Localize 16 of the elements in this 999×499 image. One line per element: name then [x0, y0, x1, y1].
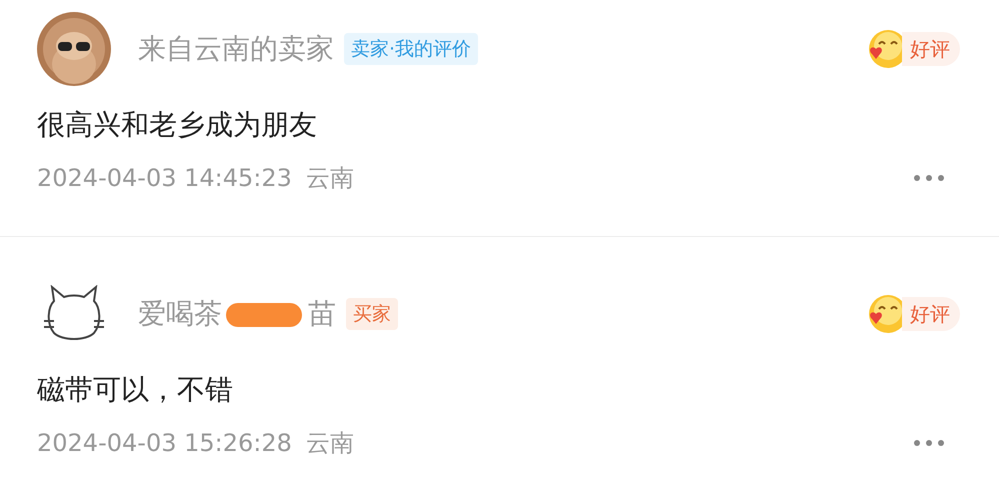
- more-icon[interactable]: [914, 175, 944, 181]
- more-icon[interactable]: [914, 440, 944, 446]
- role-tag: 卖家·我的评价: [344, 32, 478, 66]
- location: 云南: [306, 163, 354, 194]
- comment-text: 很高兴和老乡成为朋友: [37, 107, 318, 143]
- timestamp: 2024-04-03 14:45:23: [37, 163, 292, 194]
- location: 云南: [306, 428, 354, 459]
- user-name: 苗: [308, 296, 336, 332]
- rating-badge: 好评: [902, 297, 960, 331]
- user-name: 爱喝茶: [138, 296, 222, 332]
- cat-icon: [42, 285, 106, 343]
- rating-badge: 好评: [902, 32, 960, 66]
- role-tag: 买家: [346, 298, 398, 330]
- user-name: 来自云南的卖家: [138, 31, 334, 67]
- comment-text: 磁带可以，不错: [37, 372, 234, 408]
- timestamp: 2024-04-03 15:26:28: [37, 428, 292, 459]
